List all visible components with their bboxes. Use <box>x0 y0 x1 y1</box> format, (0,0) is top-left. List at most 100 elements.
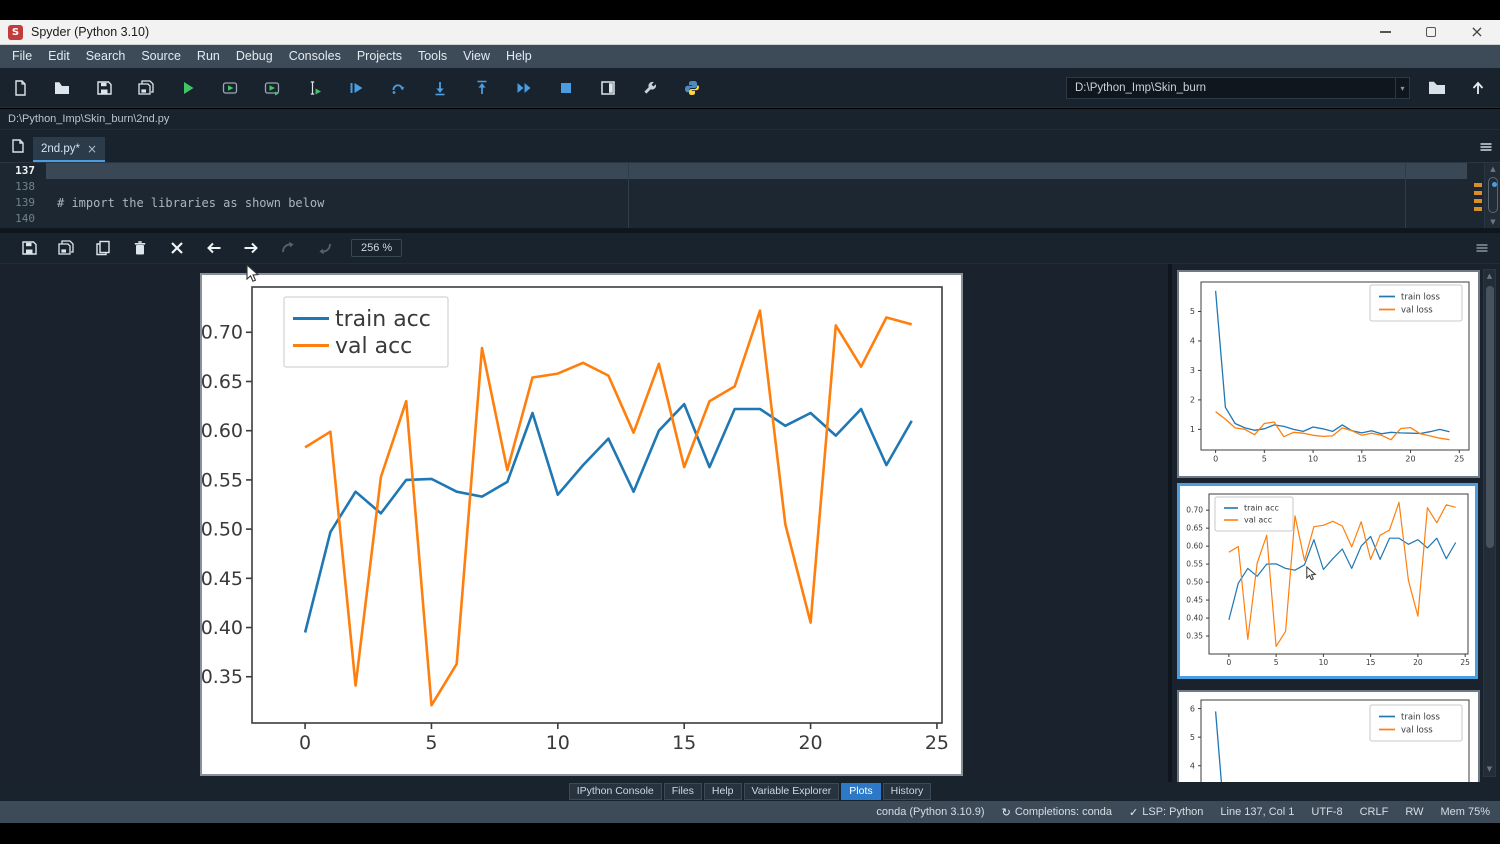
continue-execution-icon[interactable] <box>516 80 532 96</box>
minimize-button[interactable] <box>1362 20 1408 44</box>
svg-text:20: 20 <box>1405 454 1415 463</box>
editor-line-140[interactable]: 140 <box>0 211 1500 227</box>
save-file-icon[interactable] <box>96 80 112 96</box>
step-into-icon[interactable] <box>432 80 448 96</box>
step-return-icon[interactable] <box>474 80 490 96</box>
code-text <box>46 211 1467 227</box>
run-cell-advance-icon[interactable] <box>264 80 280 96</box>
svg-text:0.50: 0.50 <box>1186 578 1203 587</box>
plot-thumbnails-sidebar: 123450510152025train lossval loss 0.350.… <box>1172 264 1500 782</box>
combo-dropdown-icon[interactable]: ▾ <box>1395 78 1409 98</box>
menu-file[interactable]: File <box>4 45 40 68</box>
line-number: 140 <box>0 211 46 227</box>
thumb-scroll-up-icon[interactable]: ▲ <box>1484 270 1495 283</box>
pane-tab-ipython-console[interactable]: IPython Console <box>569 783 662 800</box>
new-file-icon[interactable] <box>12 80 28 96</box>
scroll-down-icon[interactable]: ▼ <box>1485 216 1500 228</box>
svg-text:5: 5 <box>425 732 437 754</box>
editor-line-139[interactable]: 139# import the libraries as shown below <box>0 195 1500 211</box>
next-plot-icon[interactable] <box>243 240 259 256</box>
status-bar: conda (Python 3.10.9)↻Completions: conda… <box>0 801 1500 823</box>
svg-text:train acc: train acc <box>1244 504 1279 513</box>
svg-text:10: 10 <box>1308 454 1318 463</box>
menu-view[interactable]: View <box>455 45 498 68</box>
thumbnails-scrollbar[interactable]: ▲ ▼ <box>1483 269 1496 777</box>
svg-text:0.45: 0.45 <box>202 568 243 590</box>
debug-file-icon[interactable] <box>348 80 364 96</box>
lsp-status-icon: ✓ <box>1129 806 1138 819</box>
menu-search[interactable]: Search <box>78 45 134 68</box>
plots-options-button[interactable] <box>1474 240 1490 256</box>
python-logo-icon[interactable] <box>684 80 700 96</box>
svg-text:10: 10 <box>546 732 570 754</box>
run-selection-icon[interactable] <box>306 80 322 96</box>
code-editor[interactable]: ▲ ▼ 137138139# import the libraries as s… <box>0 163 1500 228</box>
plot-thumbnail-loss-1[interactable]: 123450510152025train lossval loss <box>1177 270 1480 478</box>
svg-text:0.50: 0.50 <box>202 519 243 541</box>
stop-execution-icon[interactable] <box>558 80 574 96</box>
thumb-scroll-down-icon[interactable]: ▼ <box>1484 763 1495 776</box>
pane-tab-bar: IPython ConsoleFilesHelpVariable Explore… <box>0 782 1500 801</box>
zoom-in-icon[interactable] <box>280 240 296 256</box>
run-cell-icon[interactable] <box>222 80 238 96</box>
remove-plot-icon[interactable] <box>132 240 148 256</box>
zoom-out-icon[interactable] <box>317 240 333 256</box>
thumbnails-scrollbar-thumb[interactable] <box>1486 286 1494 548</box>
menu-tools[interactable]: Tools <box>410 45 455 68</box>
pane-tab-history[interactable]: History <box>883 783 932 800</box>
save-all-plots-icon[interactable] <box>58 240 74 256</box>
svg-text:0.40: 0.40 <box>1186 614 1203 623</box>
menu-help[interactable]: Help <box>498 45 540 68</box>
restore-icon <box>1426 27 1436 37</box>
editor-options-button[interactable] <box>1478 139 1494 155</box>
save-plot-icon[interactable] <box>21 240 37 256</box>
svg-text:val loss: val loss <box>1401 725 1433 735</box>
editor-line-137[interactable]: 137 <box>0 163 1500 179</box>
remove-all-plots-icon[interactable] <box>169 240 185 256</box>
readwrite-status: RW <box>1405 806 1423 818</box>
browse-directory-button[interactable] <box>1428 80 1446 96</box>
restore-button[interactable] <box>1408 20 1454 44</box>
editor-scrollbar-thumb[interactable] <box>1488 177 1498 213</box>
menu-run[interactable]: Run <box>189 45 228 68</box>
svg-text:val acc: val acc <box>1244 516 1272 525</box>
run-current-line-icon[interactable] <box>390 80 406 96</box>
tab-close-icon[interactable]: × <box>87 142 97 156</box>
editor-line-138[interactable]: 138 <box>0 179 1500 195</box>
pane-tab-variable-explorer[interactable]: Variable Explorer <box>744 783 840 800</box>
previous-plot-icon[interactable] <box>206 240 222 256</box>
menu-edit[interactable]: Edit <box>40 45 78 68</box>
maximize-pane-icon[interactable] <box>600 80 616 96</box>
editor-tab-label: 2nd.py* <box>41 143 80 155</box>
preferences-icon[interactable] <box>642 80 658 96</box>
svg-text:1: 1 <box>1190 425 1195 434</box>
run-file-icon[interactable] <box>180 80 196 96</box>
open-file-icon[interactable] <box>54 80 70 96</box>
menu-projects[interactable]: Projects <box>349 45 410 68</box>
working-directory-combo[interactable]: D:\Python_Imp\Skin_burn ▾ <box>1066 77 1410 99</box>
editor-tab-bar: 2nd.py* × <box>0 130 1500 163</box>
editor-tab-2nd-py[interactable]: 2nd.py* × <box>33 137 105 162</box>
save-all-icon[interactable] <box>138 80 154 96</box>
menu-source[interactable]: Source <box>133 45 189 68</box>
copy-plot-icon[interactable] <box>95 240 111 256</box>
browse-tabs-button[interactable] <box>8 138 26 156</box>
code-text: # import the libraries as shown below <box>46 195 1467 211</box>
plot-thumbnail-accuracy-selected[interactable]: 0.350.400.450.500.550.600.650.7005101520… <box>1177 483 1478 679</box>
svg-text:0.55: 0.55 <box>202 469 243 491</box>
parent-directory-button[interactable] <box>1470 80 1488 96</box>
menu-consoles[interactable]: Consoles <box>281 45 349 68</box>
close-button[interactable]: × <box>1454 20 1500 44</box>
pane-tab-help[interactable]: Help <box>704 783 742 800</box>
menu-debug[interactable]: Debug <box>228 45 281 68</box>
editor-scrollbar[interactable]: ▲ ▼ <box>1484 163 1500 228</box>
scroll-up-icon[interactable]: ▲ <box>1485 163 1500 175</box>
svg-text:25: 25 <box>1454 454 1464 463</box>
pane-tab-plots[interactable]: Plots <box>841 783 880 800</box>
pane-tab-files[interactable]: Files <box>664 783 702 800</box>
svg-text:val loss: val loss <box>1401 305 1433 315</box>
plot-thumbnail-loss-2[interactable]: 4560510152025train lossval loss <box>1177 690 1480 782</box>
svg-text:5: 5 <box>1274 658 1279 667</box>
column-edge-line-2 <box>1405 163 1406 228</box>
svg-text:15: 15 <box>1357 454 1367 463</box>
